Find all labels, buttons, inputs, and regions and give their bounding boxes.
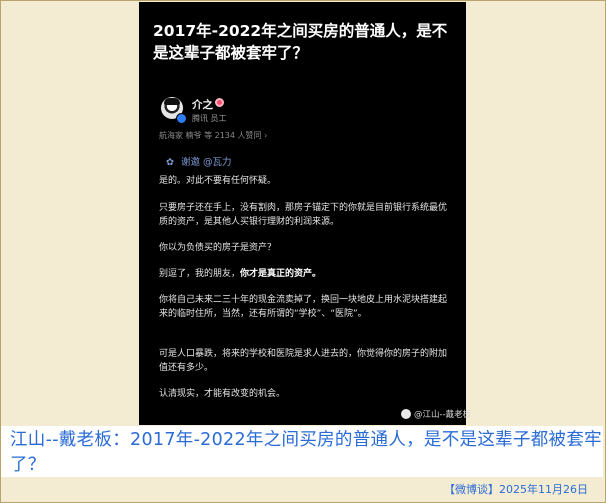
watermark: @江山--戴老板	[401, 408, 471, 420]
paragraph-2: 只要房子还在手上，没有割肉，那房子锚定下的你就是目前银行系统最优质的资产，是其他…	[159, 203, 448, 227]
author-role: 腾讯 员工	[192, 114, 227, 123]
paragraph-6: 可是人口暴跌，将来的学校和医院是求人进去的，你觉得你的房子的附加值还有多少。	[159, 349, 448, 373]
footer-source-date: 【微博谈】2025年11月26日	[444, 483, 588, 496]
post-title: 2017年-2022年之间买房的普通人，是不是这辈子都被套牢了？	[153, 22, 448, 62]
caption-text: 江山--戴老板：2017年-2022年之间买房的普通人，是不是这辈子都被套牢了？	[10, 430, 602, 475]
verified-icon	[176, 113, 187, 124]
red-badge-icon	[215, 98, 224, 107]
paragraph-5: 你将自己未来二三十年的现金流卖掉了，换回一块地皮上用水泥块搭建起来的临时住所，当…	[159, 295, 448, 319]
upvote-meta[interactable]: 航海家 楠爷 等 2134 人赞同 ›	[159, 130, 267, 141]
paw-icon: ✿	[166, 157, 174, 168]
mention-line[interactable]: ✿ 谢邀 @瓦力	[166, 154, 232, 168]
paragraph-7: 认清现实，才能有改变的机会。	[159, 389, 286, 399]
author-name[interactable]: 介之	[192, 97, 213, 112]
post-screenshot: 2017年-2022年之间买房的普通人，是不是这辈子都被套牢了？ 介之 腾讯 员…	[139, 2, 471, 425]
watermark-text: @江山--戴老板	[414, 410, 472, 420]
paragraph-4: 别逗了，我的朋友，你才是真正的资产。	[159, 269, 322, 279]
paragraph-1: 是的。对此不要有任何怀疑。	[159, 176, 277, 186]
mention-text: 谢邀 @瓦力	[181, 157, 232, 168]
weibo-icon	[401, 409, 411, 419]
paragraph-3: 你以为负债买的房子是资产？	[159, 243, 277, 253]
